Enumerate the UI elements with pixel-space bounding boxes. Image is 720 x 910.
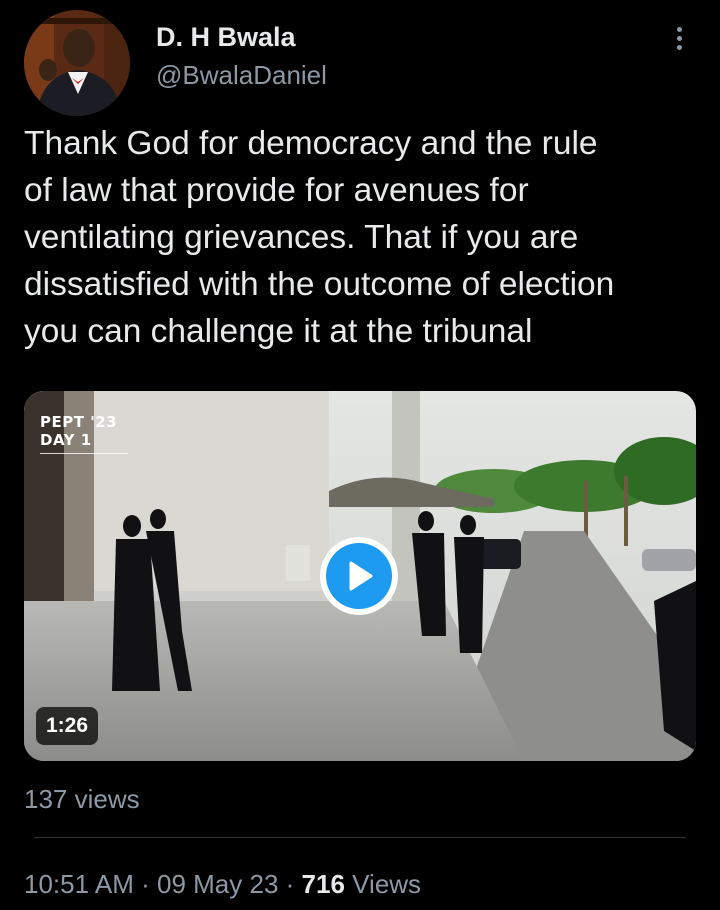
tweet-meta: 10:51 AM · 09 May 23 · 716 Views (24, 869, 421, 900)
tweet-text-line: you can challenge it at the tribunal (24, 313, 533, 350)
tweet-text-line: of law that provide for avenues for (24, 172, 529, 209)
play-button[interactable] (320, 537, 398, 615)
tweet-date[interactable]: 09 May 23 (157, 869, 278, 899)
more-dot (676, 35, 682, 41)
tweet-views-label[interactable]: Views (352, 869, 421, 899)
tweet-text-line: ventilating grievances. That if you are (24, 219, 579, 256)
video-views: 137 views (24, 784, 140, 814)
divider (34, 837, 686, 838)
avatar-image (24, 10, 130, 116)
video-overlay-label: PEPT '23 DAY 1 (40, 413, 128, 454)
tweet-time[interactable]: 10:51 AM (24, 869, 134, 899)
author-avatar[interactable] (24, 10, 130, 116)
tweet-text-line: Thank God for democracy and the rule (24, 125, 598, 162)
overlay-rule (40, 453, 128, 454)
tweet-text-line: dissatisfied with the outcome of electio… (24, 266, 615, 303)
tweet-views-count[interactable]: 716 (302, 869, 345, 899)
meta-separator: · (141, 869, 150, 899)
overlay-line-1: PEPT '23 (40, 413, 118, 431)
meta-separator: · (285, 869, 295, 899)
overlay-line-2: DAY 1 (40, 431, 92, 449)
tweet-text: Thank God for democracy and the rule of … (24, 120, 700, 355)
video-player[interactable]: PEPT '23 DAY 1 1:26 (24, 391, 696, 761)
play-icon (349, 561, 373, 591)
video-duration: 1:26 (36, 707, 99, 745)
more-vertical-icon[interactable] (664, 20, 694, 56)
more-dot (676, 44, 682, 50)
play-button-circle (326, 543, 392, 609)
author-name[interactable]: D. H Bwala (156, 22, 296, 53)
author-handle[interactable]: @BwalaDaniel (156, 60, 327, 91)
more-dot (676, 26, 682, 32)
